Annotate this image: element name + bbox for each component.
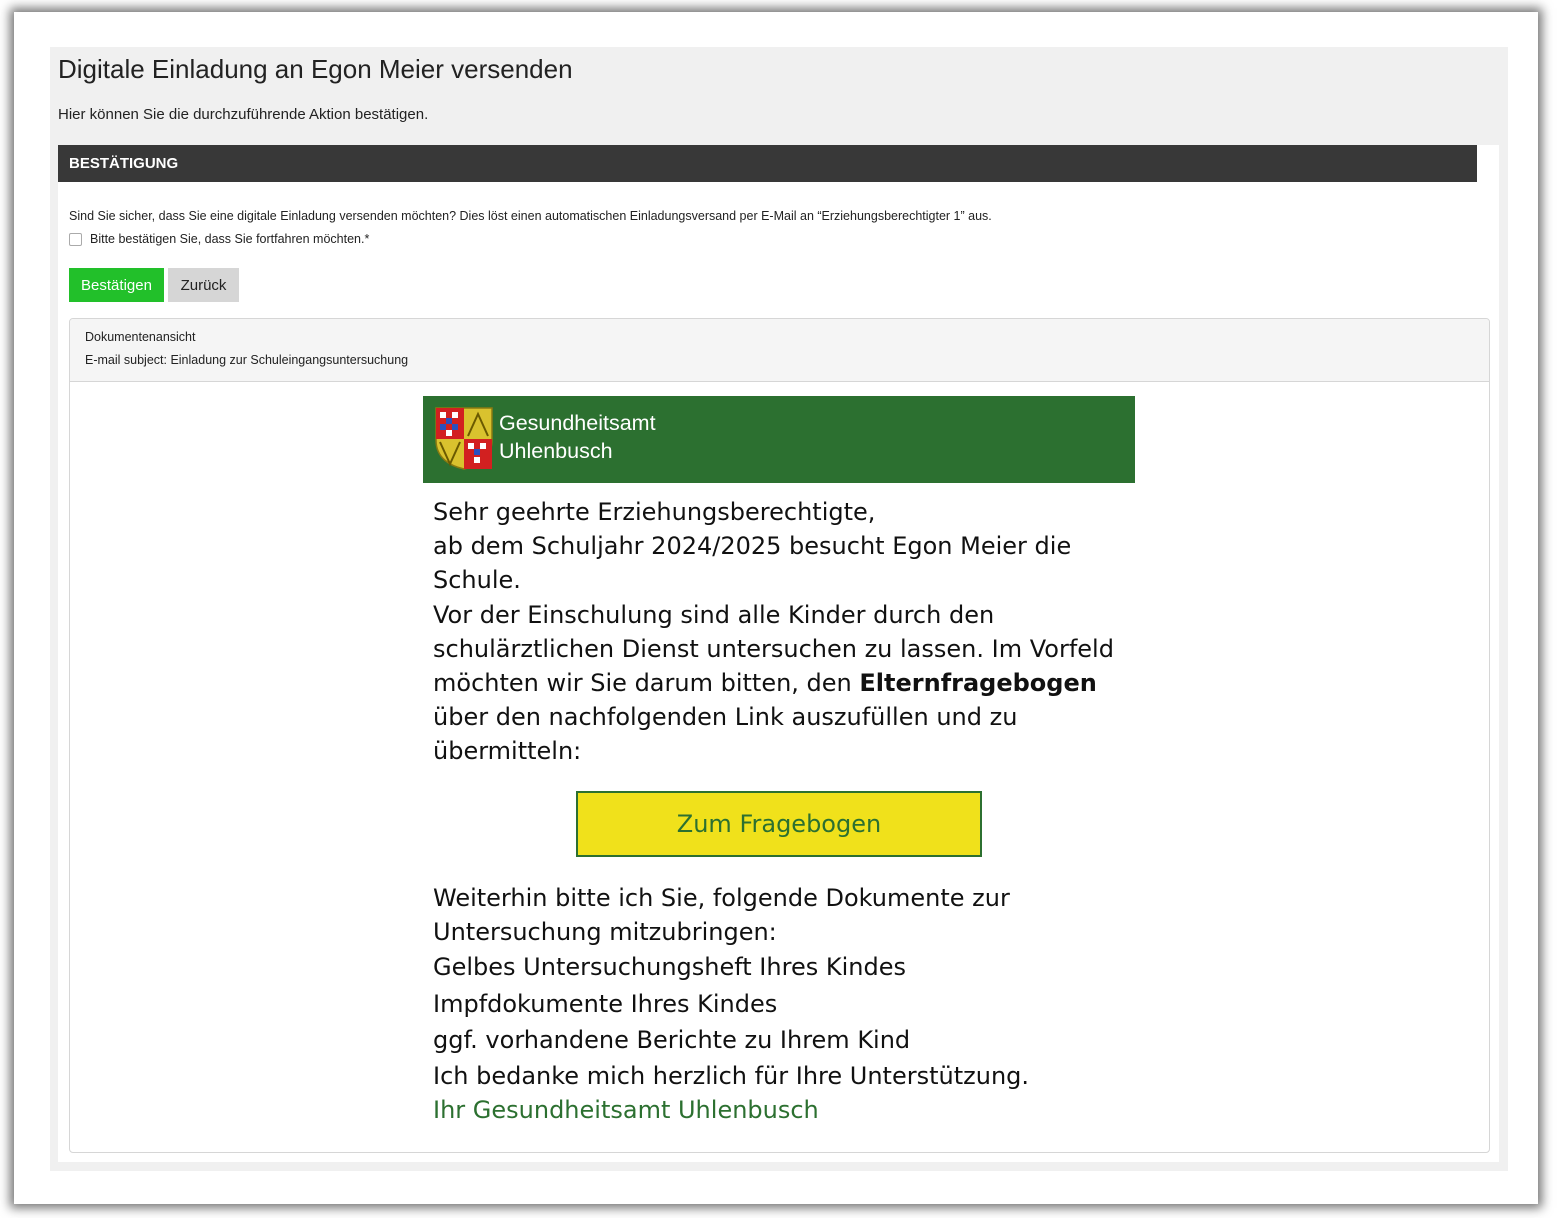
brand-line-2: Uhlenbusch <box>499 439 613 463</box>
confirm-button[interactable]: Bestätigen <box>69 268 164 302</box>
email-subject: E-mail subject: Einladung zur Schuleinga… <box>85 353 409 367</box>
coat-of-arms-icon <box>435 407 493 470</box>
email-thanks: Ich bedanke mich herzlich für Ihre Unter… <box>433 1061 1030 1090</box>
document-view-header: Dokumentenansicht E-mail subject: Einlad… <box>70 319 1489 382</box>
confirm-checkbox-row[interactable]: Bitte bestätigen Sie, dass Sie fortfahre… <box>69 232 369 246</box>
page-title: Digitale Einladung an Egon Meier versend… <box>58 54 573 84</box>
document-view-title: Dokumentenansicht <box>85 330 196 344</box>
documents-intro: Weiterhin bitte ich Sie, folgende Dokume… <box>433 883 1010 946</box>
panel-header: BESTÄTIGUNG <box>58 145 1477 182</box>
email-signature: Ihr Gesundheitsamt Uhlenbusch <box>433 1095 819 1124</box>
email-paragraph-bold: Elternfragebogen <box>859 669 1097 698</box>
email-body: Sehr geehrte Erziehungsberechtigte, ab d… <box>423 483 1135 1127</box>
confirm-checkbox[interactable] <box>69 232 82 246</box>
brand-name: Gesundheitsamt Uhlenbusch <box>499 409 656 465</box>
page-subtitle: Hier können Sie die durchzuführende Akti… <box>58 106 429 123</box>
document-view: Dokumentenansicht E-mail subject: Einlad… <box>69 318 1490 1153</box>
back-button[interactable]: Zurück <box>168 268 239 302</box>
confirmation-panel: BESTÄTIGUNG Sind Sie sicher, dass Sie ei… <box>58 145 1499 1162</box>
confirm-checkbox-label: Bitte bestätigen Sie, dass Sie fortfahre… <box>90 232 370 246</box>
document-item: ggf. vorhandene Berichte zu Ihrem Kind <box>433 1026 911 1055</box>
document-item: Impfdokumente Ihres Kindes <box>433 989 778 1018</box>
email-banner: Gesundheitsamt Uhlenbusch <box>423 396 1135 483</box>
email-paragraph: Vor der Einschulung sind alle Kinder dur… <box>433 598 1125 769</box>
document-item: Gelbes Untersuchungsheft Ihres Kindes <box>433 953 906 982</box>
questionnaire-button[interactable]: Zum Fragebogen <box>576 790 982 857</box>
email-preview: Gesundheitsamt Uhlenbusch Sehr geehrte E… <box>423 396 1135 1127</box>
email-greeting: Sehr geehrte Erziehungsberechtigte, <box>433 498 876 526</box>
email-paragraph-end: über den nachfolgenden Link auszufüllen … <box>433 703 1018 766</box>
cta-container: Zum Fragebogen <box>433 790 1125 857</box>
email-intro: ab dem Schuljahr 2024/2025 besucht Egon … <box>433 532 1072 595</box>
brand-line-1: Gesundheitsamt <box>499 411 656 435</box>
confirmation-question: Sind Sie sicher, dass Sie eine digitale … <box>69 209 992 223</box>
